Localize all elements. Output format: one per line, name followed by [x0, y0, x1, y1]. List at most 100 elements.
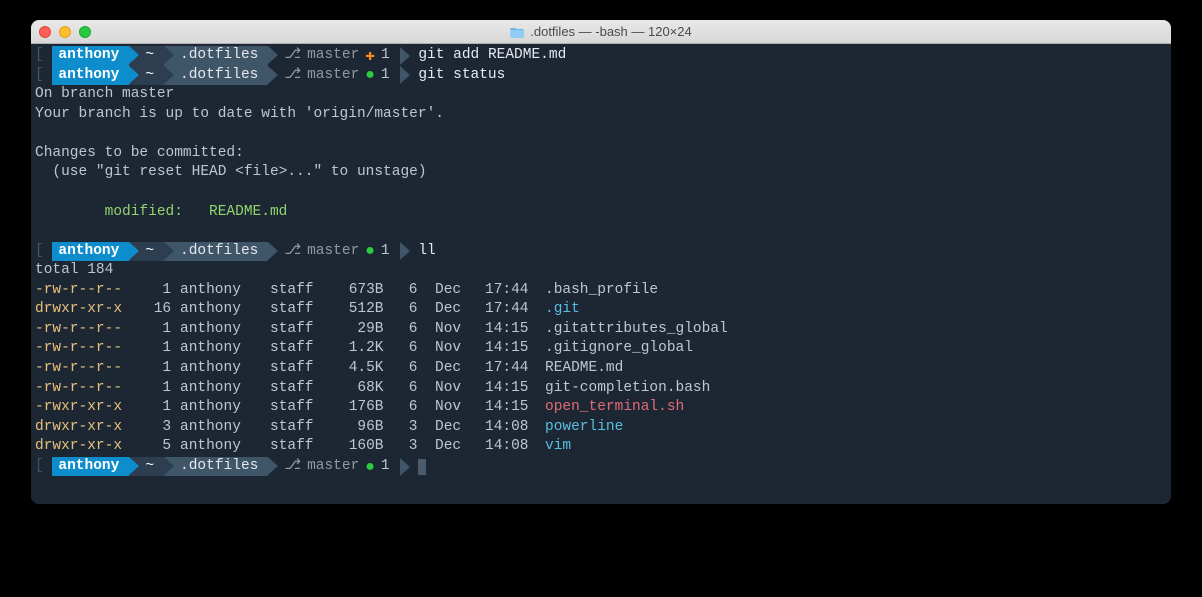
ls-perm: drwxr-xr-x	[35, 418, 145, 438]
ls-day: 6	[400, 281, 435, 301]
ls-group: staff	[270, 379, 340, 399]
ls-group: staff	[270, 437, 340, 457]
ls-mon: Nov	[435, 320, 485, 340]
branch-icon: ⎇	[284, 66, 301, 86]
prompt-branch: ⎇ master ● 1	[268, 457, 399, 477]
ls-group: staff	[270, 320, 340, 340]
ls-name: .git	[545, 300, 1167, 320]
titlebar[interactable]: .dotfiles — -bash — 120×24	[31, 20, 1171, 44]
ls-owner: anthony	[180, 320, 270, 340]
ls-size: 512B	[340, 300, 400, 320]
ls-group: staff	[270, 359, 340, 379]
ls-group: staff	[270, 418, 340, 438]
ls-owner: anthony	[180, 281, 270, 301]
ls-group: staff	[270, 300, 340, 320]
command-text: ll	[410, 242, 436, 262]
ls-owner: anthony	[180, 300, 270, 320]
prompt-user: anthony	[52, 457, 129, 477]
ls-time: 14:15	[485, 398, 545, 418]
ls-row: -rw-r--r-- 1anthonystaff 4.5K 6Dec17:44R…	[35, 359, 1167, 379]
ls-links: 16	[145, 300, 180, 320]
output-line: Changes to be committed:	[35, 144, 1167, 164]
maximize-button[interactable]	[79, 26, 91, 38]
ls-links: 1	[145, 281, 180, 301]
ls-group: staff	[270, 398, 340, 418]
ls-links: 1	[145, 339, 180, 359]
prompt-user: anthony	[52, 242, 129, 262]
cursor	[418, 459, 426, 475]
ls-size: 673B	[340, 281, 400, 301]
command-text: git add README.md	[410, 46, 567, 66]
staged-count: 1	[381, 242, 390, 262]
branch-icon: ⎇	[284, 46, 301, 66]
branch-icon: ⎇	[284, 457, 301, 477]
ls-time: 14:08	[485, 418, 545, 438]
ls-owner: anthony	[180, 379, 270, 399]
prompt-user: anthony	[52, 46, 129, 66]
ls-mon: Dec	[435, 437, 485, 457]
output-line: Your branch is up to date with 'origin/m…	[35, 105, 1167, 125]
ls-time: 14:15	[485, 320, 545, 340]
ls-day: 3	[400, 418, 435, 438]
ls-time: 17:44	[485, 281, 545, 301]
ls-mon: Dec	[435, 359, 485, 379]
ls-time: 17:44	[485, 300, 545, 320]
ls-name: git-completion.bash	[545, 379, 1167, 399]
prompt-separator-icon	[400, 242, 410, 260]
branch-name: master	[307, 457, 359, 477]
ls-time: 14:15	[485, 379, 545, 399]
prompt-user: anthony	[52, 66, 129, 86]
prompt-branch: ⎇ master ● 1	[268, 242, 399, 262]
ls-mon: Nov	[435, 398, 485, 418]
ls-perm: -rw-r--r--	[35, 359, 145, 379]
prompt-dir: .dotfiles	[164, 457, 268, 477]
terminal-body[interactable]: [ anthony ~ .dotfiles ⎇ master ✚ 1 git a…	[31, 44, 1171, 504]
ls-owner: anthony	[180, 359, 270, 379]
ls-links: 1	[145, 379, 180, 399]
folder-icon	[510, 26, 524, 38]
terminal-window: .dotfiles — -bash — 120×24 [ anthony ~ .…	[31, 20, 1171, 504]
minimize-button[interactable]	[59, 26, 71, 38]
ls-total: total 184	[35, 261, 1167, 281]
prompt-row-active[interactable]: [ anthony ~ .dotfiles ⎇ master ● 1	[35, 457, 1167, 477]
ls-links: 1	[145, 398, 180, 418]
ls-perm: -rw-r--r--	[35, 339, 145, 359]
ls-mon: Dec	[435, 418, 485, 438]
output-line-modified: modified: README.md	[35, 203, 1167, 223]
ls-name: open_terminal.sh	[545, 398, 1167, 418]
output-line	[35, 124, 1167, 144]
ls-row: -rw-r--r-- 1anthonystaff 29B 6Nov14:15.g…	[35, 320, 1167, 340]
prompt-separator-icon	[400, 458, 410, 476]
ls-perm: drwxr-xr-x	[35, 437, 145, 457]
ls-name: vim	[545, 437, 1167, 457]
ls-row: -rw-r--r-- 1anthonystaff 1.2K 6Nov14:15.…	[35, 339, 1167, 359]
prompt-row: [ anthony ~ .dotfiles ⎇ master ● 1 git s…	[35, 66, 1167, 86]
ls-listing: -rw-r--r-- 1anthonystaff 673B 6Dec17:44.…	[35, 281, 1167, 457]
prompt-dir: .dotfiles	[164, 66, 268, 86]
ls-size: 176B	[340, 398, 400, 418]
ls-day: 6	[400, 398, 435, 418]
window-title: .dotfiles — -bash — 120×24	[510, 24, 692, 39]
close-button[interactable]	[39, 26, 51, 38]
ls-name: .gitattributes_global	[545, 320, 1167, 340]
ls-name: powerline	[545, 418, 1167, 438]
prompt-row: [ anthony ~ .dotfiles ⎇ master ● 1 ll	[35, 242, 1167, 262]
ls-name: .gitignore_global	[545, 339, 1167, 359]
branch-name: master	[307, 46, 359, 66]
ls-perm: -rw-r--r--	[35, 379, 145, 399]
ls-name: .bash_profile	[545, 281, 1167, 301]
ls-day: 6	[400, 300, 435, 320]
ls-group: staff	[270, 281, 340, 301]
ls-size: 29B	[340, 320, 400, 340]
ls-day: 6	[400, 379, 435, 399]
ls-owner: anthony	[180, 437, 270, 457]
ls-mon: Nov	[435, 339, 485, 359]
ls-size: 1.2K	[340, 339, 400, 359]
ls-size: 160B	[340, 437, 400, 457]
title-text: .dotfiles — -bash — 120×24	[530, 24, 692, 39]
ls-size: 68K	[340, 379, 400, 399]
command-text: git status	[410, 66, 506, 86]
staged-count: 1	[381, 457, 390, 477]
prompt-branch: ⎇ master ● 1	[268, 66, 399, 86]
ls-row: -rw-r--r-- 1anthonystaff 68K 6Nov14:15gi…	[35, 379, 1167, 399]
